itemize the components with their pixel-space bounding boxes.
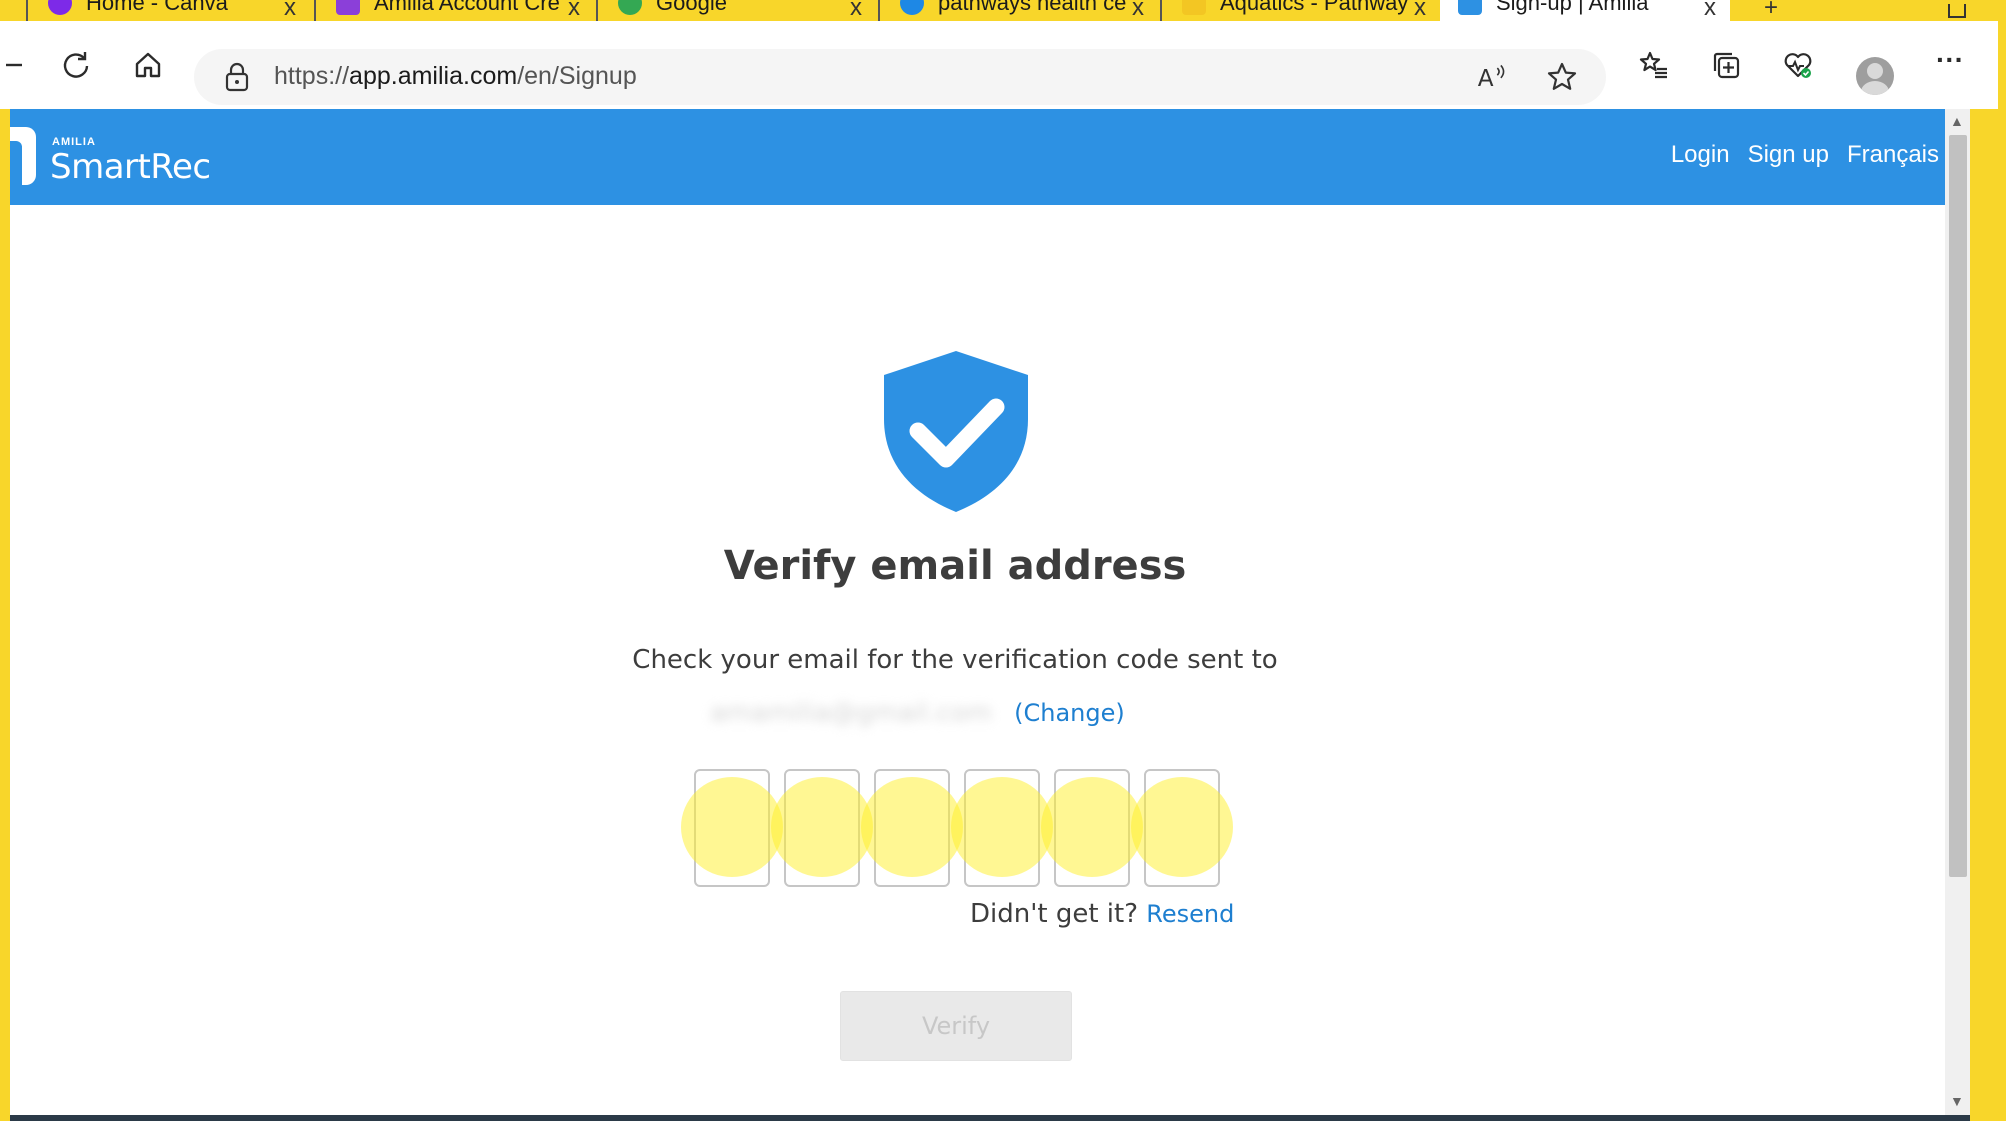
tab-title: Amilia Account Cre: [374, 0, 560, 15]
svg-text:A: A: [1478, 66, 1494, 92]
tab-title: Google: [656, 0, 727, 15]
url-path: /en/Signup: [517, 62, 637, 90]
window-restore-icon[interactable]: [1948, 4, 1966, 18]
google-favicon-icon: [618, 0, 642, 15]
taskbar-edge: [10, 1115, 1970, 1121]
browser-essentials-icon[interactable]: [1776, 43, 1820, 87]
tab-close-icon[interactable]: x: [568, 0, 580, 21]
browser-toolbar: https://app.amilia.com/en/Signup A ···: [0, 21, 2006, 109]
read-aloud-icon[interactable]: A: [1474, 59, 1510, 95]
site-header: AMILIA SmartRec Login Sign up Français: [10, 109, 1955, 205]
amilia-favicon-icon: [336, 0, 360, 15]
brand-logo-text[interactable]: SmartRec: [50, 147, 211, 187]
tab-google[interactable]: Google x: [600, 0, 876, 21]
tab-title: Home - Canva: [86, 0, 228, 15]
tab-home-canva[interactable]: Home - Canva x: [30, 0, 310, 21]
tab-title: Sign-up | Amilia: [1496, 0, 1649, 15]
page-scrollbar[interactable]: ▲ ▼: [1945, 109, 1970, 1116]
tab-separator: [596, 0, 598, 21]
resend-link[interactable]: Resend: [1146, 900, 1234, 928]
verify-button[interactable]: Verify: [840, 991, 1072, 1061]
profile-avatar-icon[interactable]: [1856, 57, 1894, 95]
tab-aquatics[interactable]: Aquatics - Pathway x: [1164, 0, 1440, 21]
tab-pathways-search[interactable]: pathways health ce x: [882, 0, 1158, 21]
tab-close-icon[interactable]: x: [1414, 0, 1426, 21]
url-scheme: https://: [274, 62, 350, 90]
signup-link[interactable]: Sign up: [1748, 141, 1829, 169]
new-tab-icon: +: [1763, 0, 1778, 21]
star-icon[interactable]: [1544, 59, 1580, 95]
tab-close-icon[interactable]: x: [284, 0, 296, 21]
code-digit-input-1[interactable]: [694, 769, 770, 887]
amilia-favicon-icon: [1458, 0, 1482, 15]
resend-prompt: Didn't get it?: [970, 899, 1139, 929]
code-digit-input-5[interactable]: [1054, 769, 1130, 887]
tab-strip: Home - Canva x Amilia Account Cre x Goog…: [0, 0, 2006, 21]
canva-favicon-icon: [48, 0, 72, 15]
scroll-down-arrow-icon[interactable]: ▼: [1950, 1093, 1964, 1109]
scrollbar-thumb[interactable]: [1949, 135, 1967, 877]
language-link[interactable]: Français: [1847, 141, 1939, 169]
verification-code-inputs: [694, 769, 1220, 887]
tab-close-icon[interactable]: x: [850, 0, 862, 21]
frame-border: [1998, 21, 2006, 1121]
aquatics-favicon-icon: [1182, 0, 1206, 15]
more-menu-icon[interactable]: ···: [1928, 43, 1972, 87]
code-digit-input-6[interactable]: [1144, 769, 1220, 887]
page-title: Verify email address: [723, 543, 1187, 589]
tab-separator: [878, 0, 880, 21]
refresh-icon[interactable]: [54, 43, 98, 87]
tab-signup-amilia[interactable]: Sign-up | Amilia x: [1440, 0, 1730, 21]
tab-title: pathways health ce: [938, 0, 1127, 15]
new-tab-button[interactable]: +: [1740, 0, 1800, 21]
blurred-email: amamilia@gmail.com: [710, 698, 993, 728]
url-host: app.amilia.com: [349, 62, 518, 90]
change-email-link[interactable]: (Change): [1014, 699, 1125, 727]
amilia-logo-icon[interactable]: [10, 127, 36, 185]
back-arrow-icon[interactable]: [0, 43, 38, 87]
tab-separator: [1160, 0, 1162, 21]
resend-line: Didn't get it? Resend: [970, 899, 1234, 929]
lock-icon[interactable]: [224, 62, 250, 92]
scroll-up-arrow-icon[interactable]: ▲: [1950, 113, 1964, 129]
collections-icon[interactable]: [1704, 43, 1748, 87]
page-viewport: AMILIA SmartRec Login Sign up Français V…: [10, 109, 1955, 1116]
home-icon[interactable]: [126, 43, 170, 87]
code-digit-input-2[interactable]: [784, 769, 860, 887]
header-nav: Login Sign up Français: [1671, 141, 1939, 169]
login-link[interactable]: Login: [1671, 141, 1730, 169]
tab-close-icon[interactable]: x: [1704, 0, 1716, 21]
tab-close-icon[interactable]: x: [1132, 0, 1144, 21]
shield-check-icon: [884, 351, 1028, 512]
favorites-list-icon[interactable]: [1632, 43, 1676, 87]
code-digit-input-3[interactable]: [874, 769, 950, 887]
url-text[interactable]: https://app.amilia.com/en/Signup: [274, 62, 637, 91]
tab-separator: [26, 0, 28, 21]
tab-title: Aquatics - Pathway: [1220, 0, 1409, 15]
verification-message: Check your email for the verification co…: [632, 645, 1278, 675]
search-favicon-icon: [900, 0, 924, 15]
address-bar[interactable]: https://app.amilia.com/en/Signup A: [194, 49, 1606, 105]
more-glyph: ···: [1936, 44, 1964, 75]
email-line: amamilia@gmail.com (Change): [710, 693, 1230, 733]
tab-separator: [314, 0, 316, 21]
code-digit-input-4[interactable]: [964, 769, 1040, 887]
tab-amilia-account[interactable]: Amilia Account Cre x: [318, 0, 594, 21]
